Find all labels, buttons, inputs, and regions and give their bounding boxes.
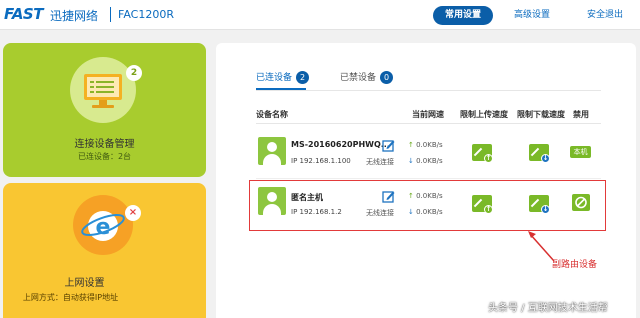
device-avatar-icon	[258, 137, 286, 165]
upload-speed: ↑ 0.0KB/s	[408, 141, 443, 149]
brand-logo: FAST	[4, 5, 43, 23]
tab-connected-label: 已连设备	[256, 73, 293, 83]
nav-logout[interactable]: 安全退出	[580, 6, 630, 25]
header-divider	[256, 123, 601, 124]
pen-icon	[473, 147, 483, 157]
connection-type: 无线连接	[366, 158, 394, 166]
tab-blocked-label: 已禁设备	[340, 73, 377, 83]
tab-divider	[256, 90, 601, 91]
download-speed: ↓ 0.0KB/s	[408, 157, 443, 165]
internet-card-subtitle: 上网方式：自动获得IP地址	[22, 293, 119, 302]
internet-explorer-icon: e	[81, 211, 125, 241]
column-header-download-limit: 限制下载速度	[517, 110, 565, 119]
limit-upload-button[interactable]: ↑	[472, 144, 493, 163]
device-card-title: 连接设备管理	[74, 139, 135, 150]
download-arrow-icon: ↓	[408, 157, 417, 165]
edit-name-icon[interactable]	[382, 139, 395, 152]
internet-card-title: 上网设置	[64, 278, 105, 289]
device-management-card[interactable]: 2 连接设备管理 已连设备：2台	[3, 43, 206, 177]
column-header-speed: 当前网速	[412, 110, 444, 119]
this-machine-badge: 本机	[570, 146, 591, 158]
internet-icon-bg: e	[73, 195, 133, 255]
router-model: FAC1200R	[118, 8, 174, 21]
top-header: FAST 迅捷网络 FAC1200R 常用设置 高级设置 安全退出	[0, 0, 640, 30]
monitor-icon	[84, 74, 122, 108]
internet-settings-card[interactable]: e × 上网设置 上网方式：自动获得IP地址	[3, 183, 206, 318]
pen-icon	[530, 147, 540, 157]
tab-connected-devices[interactable]: 已连设备 2	[256, 70, 310, 84]
nav-advanced-settings[interactable]: 高级设置	[510, 6, 554, 25]
device-ip: IP 192.168.1.100	[291, 157, 351, 165]
device-count-badge: 2	[126, 65, 142, 81]
brand-name: 迅捷网络	[50, 9, 99, 23]
download-speed-value: 0.0KB/s	[416, 157, 443, 165]
tab-connected-count: 2	[296, 71, 310, 84]
column-header-name: 设备名称	[256, 110, 288, 119]
monitor-icon-bg	[70, 57, 136, 123]
limit-download-button[interactable]: ↓	[529, 144, 550, 163]
annotation-label: 副路由设备	[552, 260, 598, 270]
column-header-block: 禁用	[573, 110, 589, 119]
brand-divider	[110, 7, 111, 22]
disconnect-badge: ×	[125, 205, 141, 221]
row-divider	[256, 178, 601, 179]
tab-blocked-devices[interactable]: 已禁设备 0	[340, 70, 394, 84]
column-header-upload-limit: 限制上传速度	[460, 110, 508, 119]
upload-arrow-icon: ↑	[484, 154, 493, 163]
tab-active-underline	[256, 88, 306, 90]
nav-common-settings[interactable]: 常用设置	[433, 6, 493, 25]
device-card-subtitle: 已连设备：2台	[77, 152, 132, 161]
tab-blocked-count: 0	[380, 71, 394, 84]
upload-arrow-icon: ↑	[408, 141, 417, 149]
download-arrow-icon: ↓	[541, 154, 550, 163]
highlight-box	[249, 180, 606, 231]
upload-speed-value: 0.0KB/s	[416, 141, 443, 149]
device-name: MS-20160620PHWQ...	[291, 140, 390, 149]
watermark: 头条号 / 互联网技术生活帮	[488, 303, 608, 314]
